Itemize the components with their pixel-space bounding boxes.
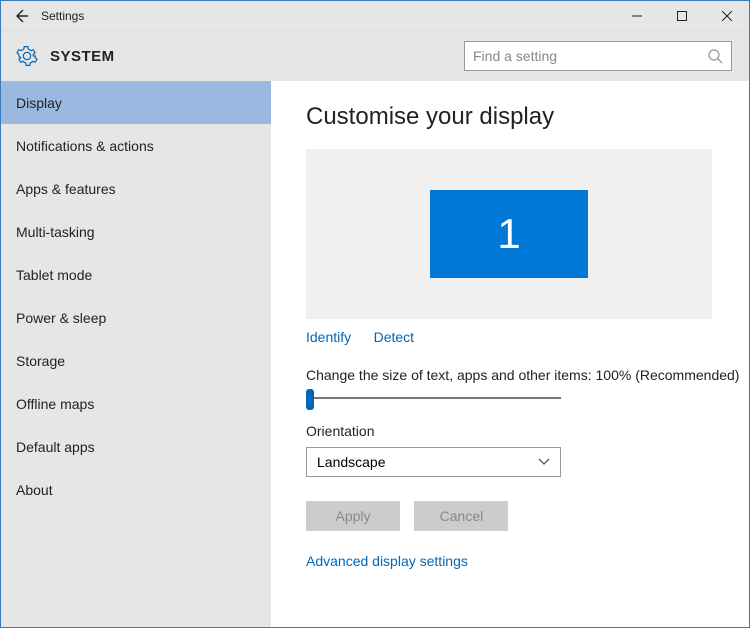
apply-button[interactable]: Apply bbox=[306, 501, 400, 531]
sidebar-item-label: Apps & features bbox=[16, 181, 116, 197]
sidebar-item-label: Display bbox=[16, 95, 62, 111]
orientation-select[interactable]: Landscape bbox=[306, 447, 561, 477]
search-icon bbox=[707, 48, 723, 64]
sidebar-item-tablet[interactable]: Tablet mode bbox=[1, 253, 271, 296]
detect-link[interactable]: Detect bbox=[374, 329, 414, 345]
sidebar-item-display[interactable]: Display bbox=[1, 81, 271, 124]
identify-link[interactable]: Identify bbox=[306, 329, 351, 345]
sidebar-item-apps[interactable]: Apps & features bbox=[1, 167, 271, 210]
monitor-number: 1 bbox=[497, 210, 520, 258]
sidebar-item-label: Offline maps bbox=[16, 396, 94, 412]
slider-thumb[interactable] bbox=[306, 389, 314, 410]
sidebar-item-maps[interactable]: Offline maps bbox=[1, 382, 271, 425]
page-heading: Customise your display bbox=[306, 103, 749, 131]
header: SYSTEM bbox=[1, 31, 749, 81]
sidebar-item-label: Storage bbox=[16, 353, 65, 369]
scale-slider[interactable] bbox=[306, 391, 561, 399]
chevron-down-icon bbox=[538, 458, 550, 466]
sidebar-item-label: About bbox=[16, 482, 53, 498]
gear-icon bbox=[16, 45, 38, 67]
sidebar-item-label: Power & sleep bbox=[16, 310, 106, 326]
sidebar: Display Notifications & actions Apps & f… bbox=[1, 81, 271, 627]
sidebar-item-multitasking[interactable]: Multi-tasking bbox=[1, 210, 271, 253]
titlebar: Settings bbox=[1, 1, 749, 31]
sidebar-item-storage[interactable]: Storage bbox=[1, 339, 271, 382]
close-icon bbox=[722, 11, 732, 21]
search-box[interactable] bbox=[464, 41, 732, 71]
orientation-label: Orientation bbox=[306, 423, 749, 439]
sidebar-item-power[interactable]: Power & sleep bbox=[1, 296, 271, 339]
orientation-value: Landscape bbox=[317, 454, 386, 470]
cancel-button[interactable]: Cancel bbox=[414, 501, 508, 531]
sidebar-item-label: Tablet mode bbox=[16, 267, 92, 283]
search-input[interactable] bbox=[473, 48, 707, 64]
advanced-settings-link[interactable]: Advanced display settings bbox=[306, 553, 468, 569]
sidebar-item-label: Default apps bbox=[16, 439, 95, 455]
display-preview: 1 bbox=[306, 149, 712, 319]
header-title: SYSTEM bbox=[50, 48, 115, 65]
sidebar-item-label: Notifications & actions bbox=[16, 138, 154, 154]
arrow-left-icon bbox=[13, 8, 29, 24]
sidebar-item-about[interactable]: About bbox=[1, 468, 271, 511]
sidebar-item-label: Multi-tasking bbox=[16, 224, 95, 240]
maximize-icon bbox=[677, 11, 687, 21]
minimize-button[interactable] bbox=[614, 1, 659, 30]
monitor-1[interactable]: 1 bbox=[430, 190, 588, 278]
minimize-icon bbox=[632, 11, 642, 21]
maximize-button[interactable] bbox=[659, 1, 704, 30]
close-button[interactable] bbox=[704, 1, 749, 30]
scale-label: Change the size of text, apps and other … bbox=[306, 367, 749, 383]
sidebar-item-default-apps[interactable]: Default apps bbox=[1, 425, 271, 468]
back-button[interactable] bbox=[1, 1, 41, 30]
main-content: Customise your display 1 Identify Detect… bbox=[271, 81, 749, 627]
window-title: Settings bbox=[41, 9, 84, 23]
sidebar-item-notifications[interactable]: Notifications & actions bbox=[1, 124, 271, 167]
